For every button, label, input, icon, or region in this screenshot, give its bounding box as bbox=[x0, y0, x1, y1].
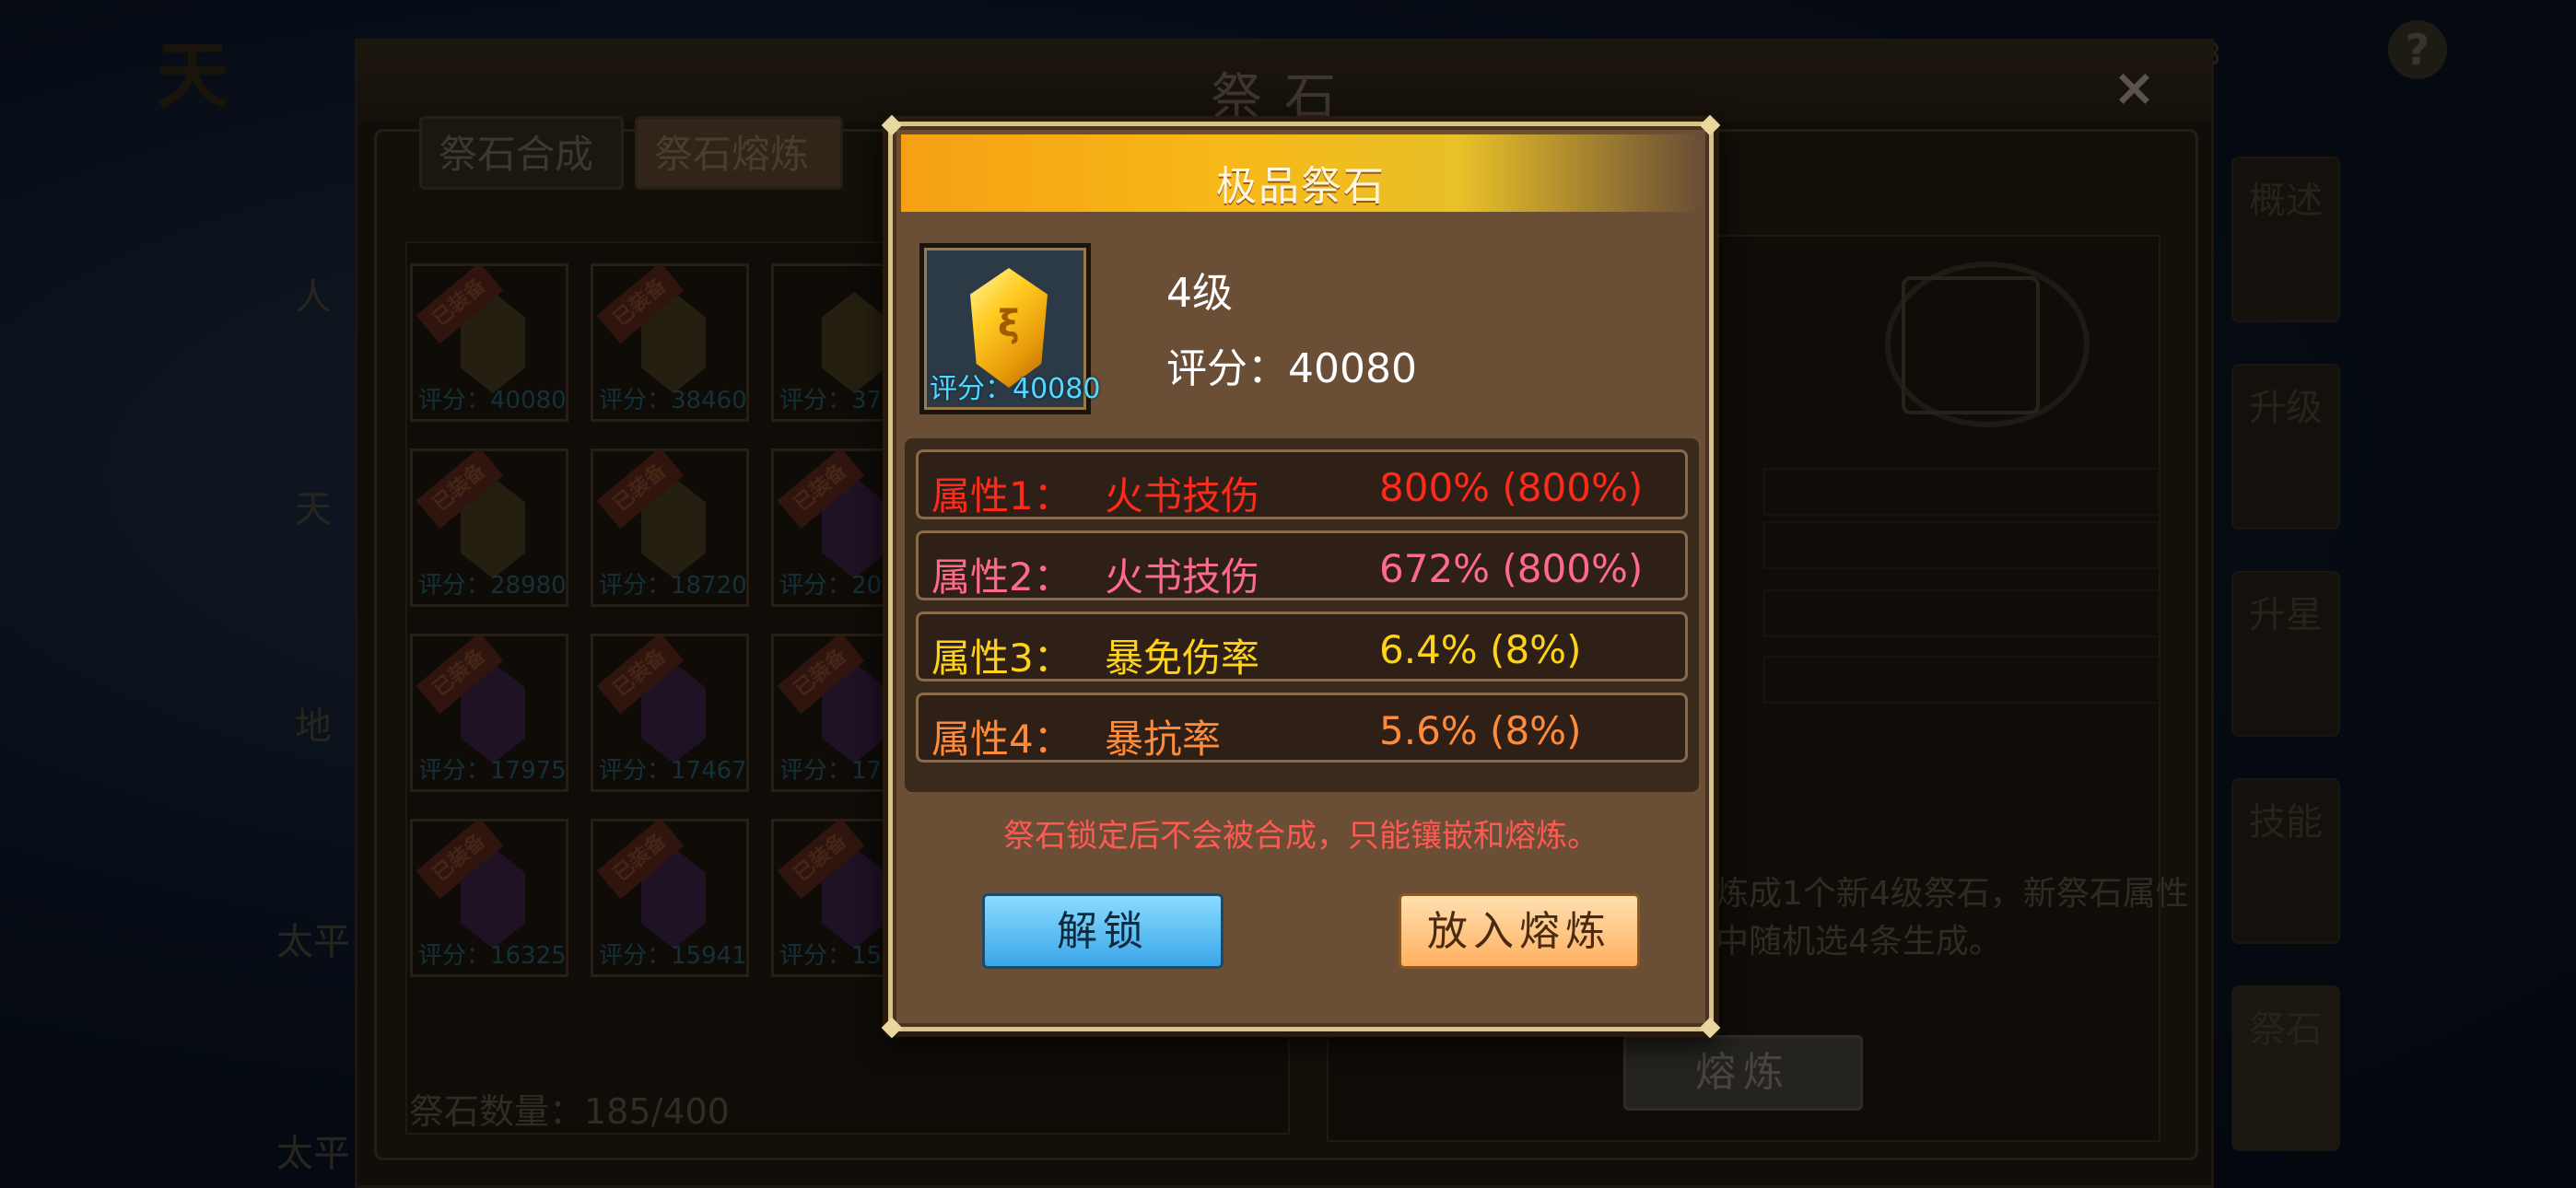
attr-value: 6.4% (8%) bbox=[1379, 627, 1582, 672]
lock-notice: 祭石锁定后不会被合成，只能镶嵌和熔炼。 bbox=[1003, 818, 1598, 855]
popup-header: 极品祭石 bbox=[901, 134, 1701, 212]
gem-rune: ξ bbox=[998, 303, 1020, 345]
gem-detail-popup: 极品祭石 ξ 评分：40080 4级 评分：40080 属性1： 火书技伤 80… bbox=[881, 114, 1721, 1039]
popup-title: 极品祭石 bbox=[1216, 163, 1386, 210]
item-score: 评分：40080 bbox=[1166, 345, 1417, 392]
attribute-list: 属性1： 火书技伤 800% (800%) 属性2： 火书技伤 672% (80… bbox=[905, 438, 1699, 792]
attr-value: 5.6% (8%) bbox=[1379, 708, 1582, 753]
attr-value: 800% (800%) bbox=[1379, 465, 1644, 510]
attr-label: 属性3： bbox=[931, 635, 1072, 681]
attr-label: 属性4： bbox=[931, 716, 1072, 762]
attr-value: 672% (800%) bbox=[1379, 546, 1644, 591]
attribute-row: 属性4： 暴抗率 5.6% (8%) bbox=[916, 693, 1688, 763]
attr-name: 暴免伤率 bbox=[1105, 635, 1260, 681]
attr-name: 火书技伤 bbox=[1105, 473, 1260, 518]
attr-name: 火书技伤 bbox=[1105, 554, 1260, 600]
item-level: 4级 bbox=[1166, 270, 1233, 317]
attr-name: 暴抗率 bbox=[1105, 716, 1222, 762]
add-to-smelt-button[interactable]: 放入熔炼 bbox=[1399, 893, 1640, 969]
item-icon-score: 评分：40080 bbox=[930, 373, 1101, 405]
gold-gem-icon: ξ 评分：40080 bbox=[919, 243, 1100, 414]
game-screen: 天 38 ? 人 天 地 太平 太平 祭石 × 祭石合成 祭石熔炼 已装备 评分… bbox=[0, 0, 2576, 1188]
attr-label: 属性2： bbox=[931, 554, 1072, 600]
attribute-row: 属性3： 暴免伤率 6.4% (8%) bbox=[916, 611, 1688, 681]
corner-ornament bbox=[881, 114, 903, 136]
attribute-row: 属性1： 火书技伤 800% (800%) bbox=[916, 449, 1688, 519]
unlock-button[interactable]: 解锁 bbox=[982, 893, 1224, 969]
attr-label: 属性1： bbox=[931, 473, 1072, 518]
attribute-row: 属性2： 火书技伤 672% (800%) bbox=[916, 530, 1688, 600]
